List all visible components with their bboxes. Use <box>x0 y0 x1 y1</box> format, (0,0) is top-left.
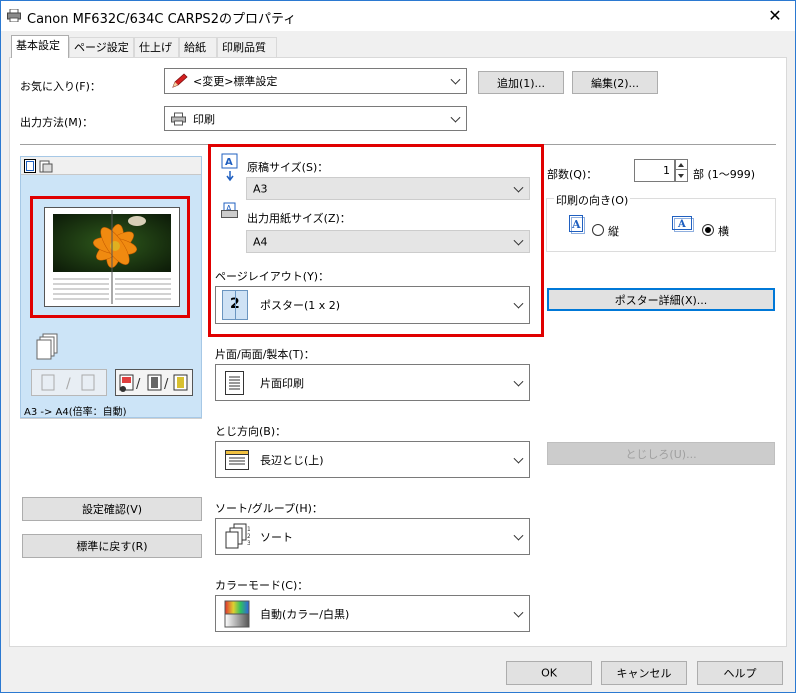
tab-print-quality[interactable]: 印刷品質 <box>217 37 277 57</box>
copies-stack-icon <box>36 333 58 360</box>
ok-button[interactable]: OK <box>506 661 592 685</box>
stepper-down-icon[interactable] <box>676 171 687 181</box>
sort-value: ソート <box>260 530 293 544</box>
finishing-icons-disabled: / <box>31 369 107 396</box>
edit-favorite-button[interactable]: 編集(2)... <box>572 71 658 94</box>
preview-status: A3 -> A4(倍率：自動) <box>24 407 127 418</box>
preview-divider <box>20 418 202 419</box>
svg-text:1: 1 <box>247 526 250 533</box>
copies-stepper[interactable] <box>675 159 688 182</box>
color-mode-preview-button[interactable]: / / <box>115 369 193 396</box>
svg-text:A: A <box>225 157 233 168</box>
pencil-icon <box>172 73 188 88</box>
original-size-value: A3 <box>253 182 268 195</box>
preview-toolbar <box>21 157 201 175</box>
tab-finishing[interactable]: 仕上げ <box>134 37 179 57</box>
output-paper-icon: A <box>221 202 238 218</box>
close-icon: ✕ <box>768 6 782 25</box>
single-side-icon <box>225 370 244 395</box>
binding-label: とじ方向(B)： <box>215 425 287 438</box>
preview-mode-icon[interactable] <box>24 159 56 173</box>
sort-dropdown[interactable]: 1 2 3 ソート <box>215 518 530 555</box>
portrait-a-icon: A <box>569 215 585 234</box>
sort-icon: 1 2 3 <box>225 523 250 548</box>
add-favorite-button[interactable]: 追加(1)... <box>478 71 564 94</box>
chevron-down-icon <box>513 376 524 387</box>
tab-paper-source[interactable]: 給紙 <box>179 37 217 57</box>
printer-icon <box>171 112 186 125</box>
output-paper-size-dropdown[interactable]: A4 <box>246 230 530 253</box>
svg-text:/: / <box>66 376 71 392</box>
svg-text:/: / <box>164 377 169 392</box>
poster-details-button[interactable]: ポスター詳細(X)... <box>547 288 775 311</box>
sort-label: ソート/グループ(H)： <box>215 502 323 515</box>
output-paper-size-value: A4 <box>253 235 268 248</box>
close-button[interactable]: ✕ <box>755 1 795 31</box>
help-button[interactable]: ヘルプ <box>697 661 783 685</box>
output-method-dropdown[interactable]: 印刷 <box>164 106 467 131</box>
orientation-label: 印刷の向き(O) <box>554 192 631 208</box>
binding-margin-button[interactable]: とじしろ(U)... <box>547 442 775 465</box>
printer-properties-window: Canon MF632C/634C CARPS2のプロパティ ✕ 基本設定 ペー… <box>0 0 796 693</box>
chevron-down-icon <box>513 453 524 464</box>
color-mode-dropdown[interactable]: 自動(カラー/白黒) <box>215 595 530 632</box>
copies-range: 部 (1〜999) <box>693 168 756 181</box>
duplex-label: 片面/両面/製本(T)： <box>215 348 315 361</box>
duplex-value: 片面印刷 <box>260 376 304 390</box>
page-layout-value: ポスター(1 x 2) <box>260 299 341 312</box>
long-edge-top-binding-icon <box>225 449 249 470</box>
restore-defaults-button[interactable]: 標準に戻す(R) <box>22 534 202 558</box>
title-bar: Canon MF632C/634C CARPS2のプロパティ ✕ <box>1 1 795 31</box>
favorites-dropdown[interactable]: <変更>標準設定 <box>164 68 467 94</box>
landscape-a-icon: A <box>672 216 694 232</box>
duplex-dropdown[interactable]: 片面印刷 <box>215 364 530 401</box>
chevron-down-icon <box>450 112 461 123</box>
staple-icon: / <box>41 374 95 392</box>
svg-text:/: / <box>136 377 141 392</box>
tab-basic-settings[interactable]: 基本設定 <box>11 35 69 58</box>
settings-confirm-button[interactable]: 設定確認(V) <box>22 497 202 521</box>
page-layout-dropdown[interactable]: 2 ポスター(1 x 2) <box>215 286 530 324</box>
chevron-down-icon <box>450 74 461 85</box>
output-method-value: 印刷 <box>193 112 215 126</box>
output-method-label: 出力方法(M)： <box>20 116 94 129</box>
binding-dropdown[interactable]: 長辺とじ(上) <box>215 441 530 478</box>
cancel-button[interactable]: キャンセル <box>601 661 687 685</box>
color-mode-icon: / / <box>119 374 188 392</box>
binding-value: 長辺とじ(上) <box>260 453 324 467</box>
original-size-dropdown[interactable]: A3 <box>246 177 530 200</box>
color-mode-value: 自動(カラー/白黒) <box>260 607 350 621</box>
svg-text:A: A <box>571 218 581 231</box>
color-mode-label: カラーモード(C)： <box>215 579 309 592</box>
printer-icon <box>7 9 21 22</box>
output-paper-size-label: 出力用紙サイズ(Z)： <box>247 212 351 225</box>
stepper-up-icon[interactable] <box>676 160 687 170</box>
chevron-down-icon <box>513 235 524 246</box>
poster-layout-icon: 2 <box>222 290 248 320</box>
copies-input[interactable]: 1 <box>634 159 675 182</box>
copies-label: 部数(Q)： <box>547 168 598 181</box>
chevron-down-icon <box>513 607 524 618</box>
chevron-down-icon <box>513 182 524 193</box>
svg-text:3: 3 <box>247 540 250 547</box>
orientation-portrait-radio[interactable] <box>592 224 604 236</box>
favorites-label: お気に入り(F)： <box>20 80 101 93</box>
color-gradient-icon <box>224 600 250 627</box>
window-title: Canon MF632C/634C CARPS2のプロパティ <box>27 12 297 27</box>
svg-text:2: 2 <box>247 533 250 540</box>
orientation-landscape-label: 横 <box>718 225 729 238</box>
favorites-value: <変更>標準設定 <box>193 75 278 88</box>
orientation-portrait-label: 縦 <box>608 225 619 238</box>
chevron-down-icon <box>513 530 524 541</box>
basic-settings-panel: お気に入り(F)： <変更>標準設定 追加(1)... 編集(2)... 出力方… <box>9 57 787 647</box>
svg-text:A: A <box>677 219 686 230</box>
orientation-landscape-radio[interactable] <box>702 224 714 236</box>
chevron-down-icon <box>513 298 524 309</box>
tab-page-settings[interactable]: ページ設定 <box>69 37 134 57</box>
page-layout-label: ページレイアウト(Y)： <box>215 270 330 283</box>
original-size-label: 原稿サイズ(S)： <box>247 161 329 174</box>
original-size-icon: A <box>221 153 238 182</box>
highlight-preview <box>30 196 190 318</box>
